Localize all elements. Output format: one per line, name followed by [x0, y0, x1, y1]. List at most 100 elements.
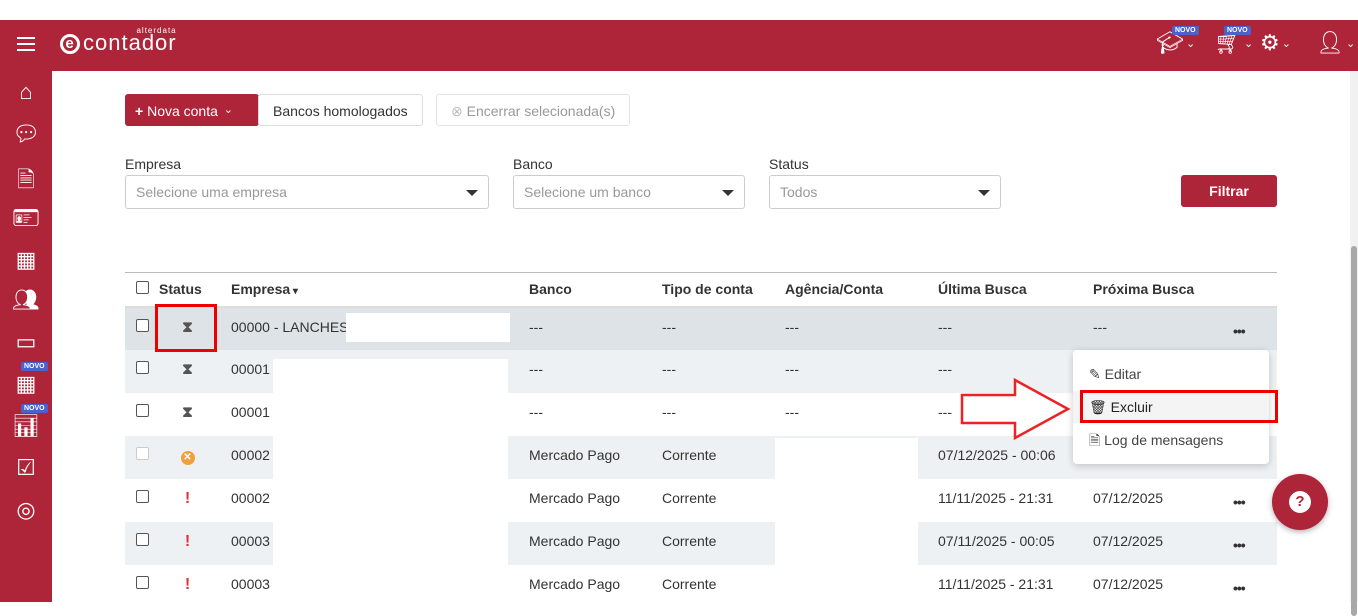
status-cell: ! [159, 490, 216, 508]
novo-badge: NOVO [21, 362, 48, 371]
chat-icon[interactable]: 💬︎ [10, 121, 42, 147]
col-empresa[interactable]: Empresa ▾ [231, 272, 529, 308]
cell-agencia: --- [785, 403, 799, 420]
status-cell: ! [159, 576, 216, 594]
novo-badge: NOVO [1224, 26, 1251, 35]
building-icon[interactable]: ▦ [10, 247, 42, 273]
top-bar: e contador alterdata 🎓︎ ⌄ NOVO 🛒︎ ⌄ NOVO ⚙ ⌄ … [0, 20, 1358, 71]
cell-agencia: --- [785, 306, 938, 350]
cell-banco: --- [529, 306, 662, 350]
filter-button[interactable]: Filtrar [1181, 175, 1277, 207]
exclamation-icon: ! [184, 575, 191, 593]
logo-brand: alterdata [136, 26, 177, 35]
col-empresa-label: Empresa [231, 281, 291, 298]
calculator-icon[interactable]: ▦ [10, 371, 42, 397]
highlight-box [155, 304, 217, 352]
row-checkbox[interactable] [136, 575, 149, 589]
col-agencia: Agência/Conta [785, 272, 938, 308]
chevron-down-icon: ⌄ [223, 104, 234, 116]
cell-ultima: 07/11/2025 - 00:05 [938, 521, 1093, 565]
novo-badge: NOVO [1172, 26, 1199, 35]
cell-banco: Mercado Pago [529, 575, 621, 592]
more-actions-icon[interactable]: ••• [1233, 319, 1246, 339]
target-icon[interactable]: ◎ [10, 497, 42, 523]
contact-card-icon[interactable]: 🪪︎ [10, 205, 42, 231]
cell-tipo: Corrente [662, 435, 785, 479]
menu-item-log[interactable]: 🗎 Log de mensagens [1073, 424, 1269, 456]
close-selected-label: Encerrar selecionada(s) [466, 103, 616, 119]
row-checkbox[interactable] [136, 318, 149, 332]
sidebar: ⌂ 💬︎ 🗎 🪪︎ ▦ 👥︎ ▭ ▦ NOVO 📊︎ NOVO ☑ ◎ [0, 71, 52, 602]
row-checkbox[interactable] [136, 403, 149, 417]
cell-ultima: --- [938, 306, 1093, 350]
menu-icon[interactable] [17, 37, 35, 51]
status-cell: ⧗ [159, 404, 216, 421]
status-cell: ✕ [159, 447, 216, 465]
col-banco: Banco [529, 272, 662, 308]
close-circle-icon: ⊗ [451, 103, 463, 119]
approved-banks-button[interactable]: Bancos homologados [258, 94, 423, 126]
more-actions-icon[interactable]: ••• [1233, 490, 1246, 510]
cell-banco: Mercado Pago [529, 521, 662, 565]
col-proxima: Próxima Busca [1093, 272, 1233, 308]
users-icon[interactable]: 👥︎ [10, 287, 42, 313]
bank-label: Banco [513, 156, 553, 172]
hourglass-icon: ⧗ [182, 360, 193, 378]
cell-tipo: Corrente [662, 489, 717, 506]
cell-tipo: Corrente [662, 521, 785, 565]
highlight-box [1080, 390, 1278, 423]
cell-tipo: --- [662, 306, 785, 350]
more-actions-icon[interactable]: ••• [1233, 576, 1246, 596]
row-checkbox[interactable] [136, 532, 149, 546]
more-actions-icon[interactable]: ••• [1233, 533, 1246, 553]
home-icon[interactable]: ⌂ [10, 79, 42, 105]
cell-tipo: --- [662, 349, 785, 393]
close-selected-button[interactable]: ⊗ Encerrar selecionada(s) [436, 94, 631, 126]
col-status: Status [159, 272, 231, 308]
company-select[interactable]: Selecione uma empresa [125, 175, 489, 209]
question-icon: ? [1289, 491, 1311, 513]
edit-label: Editar [1104, 366, 1142, 382]
status-select[interactable]: Todos [769, 175, 1001, 209]
credit-card-icon[interactable]: ▭ [10, 329, 42, 355]
redacted-area [273, 359, 508, 602]
exclamation-icon: ! [184, 489, 191, 507]
redacted-area [346, 313, 510, 342]
cell-proxima: 07/12/2025 [1093, 521, 1233, 565]
company-placeholder: Selecione uma empresa [136, 184, 287, 200]
row-checkbox[interactable] [136, 360, 149, 374]
row-checkbox[interactable] [136, 446, 149, 460]
select-all-checkbox[interactable] [136, 281, 149, 295]
redacted-area [775, 438, 918, 602]
caret-down-icon [978, 190, 990, 196]
help-button[interactable]: ? [1272, 474, 1328, 530]
scrollbar[interactable] [1350, 71, 1358, 616]
status-cell: ⧗ [159, 361, 216, 378]
logo[interactable]: e contador alterdata [60, 26, 177, 56]
cell-banco: Mercado Pago [529, 489, 621, 506]
chart-icon[interactable]: 📊︎ [10, 413, 42, 439]
document-icon[interactable]: 🗎 [10, 163, 42, 201]
edit-icon: ✎ [1089, 366, 1101, 382]
arrow-annotation [960, 378, 1071, 440]
cell-proxima: 07/12/2025 [1093, 489, 1164, 506]
caret-down-icon [722, 190, 734, 196]
company-label: Empresa [125, 156, 182, 172]
error-circle-icon: ✕ [180, 450, 195, 465]
new-account-button[interactable]: + Nova conta ⌄ [125, 94, 259, 126]
settings-menu[interactable]: ⚙ ⌄ [1260, 30, 1291, 56]
status-label: Status [769, 156, 809, 172]
cell-tipo: Corrente [662, 575, 717, 592]
exclamation-icon: ! [184, 532, 191, 550]
gear-icon: ⚙ [1260, 30, 1280, 55]
log-label: Log de mensagens [1104, 432, 1224, 448]
cell-ultima: 11/11/2025 - 21:31 [938, 575, 1054, 592]
cell-tipo: --- [662, 403, 676, 420]
row-checkbox[interactable] [136, 489, 149, 503]
check-square-icon[interactable]: ☑ [10, 455, 42, 481]
user-menu[interactable]: 👤︎ ⌄ [1316, 30, 1355, 56]
cell-proxima: --- [1093, 306, 1233, 350]
menu-item-edit[interactable]: ✎ Editar [1073, 358, 1269, 390]
bank-select[interactable]: Selecione um banco [513, 175, 745, 209]
user-icon: 👤︎ [1316, 30, 1344, 55]
